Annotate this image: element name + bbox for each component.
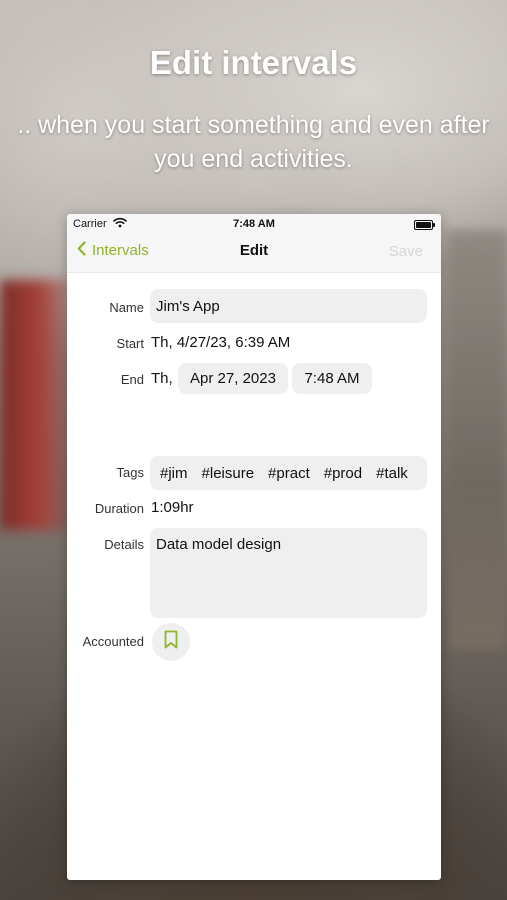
accounted-toggle[interactable]	[152, 623, 190, 661]
duration-value: 1:09hr	[151, 499, 194, 516]
bookmark-icon	[164, 630, 178, 654]
page-title: Edit	[239, 242, 269, 259]
tag-chip[interactable]: #prod	[324, 465, 362, 482]
tag-chip[interactable]: #talk	[376, 465, 408, 482]
save-button[interactable]: Save	[389, 243, 423, 260]
details-field[interactable]: Data model design	[150, 528, 427, 618]
end-date-picker[interactable]: Apr 27, 2023	[178, 363, 288, 394]
promo-subtitle: .. when you start something and even aft…	[17, 111, 490, 173]
background-right-wall	[447, 230, 507, 650]
status-time: 7:48 AM	[233, 218, 275, 230]
tag-chip[interactable]: #pract	[268, 465, 310, 482]
battery-icon	[414, 220, 435, 230]
phone-screen: Carrier 7:48 AM Intervals Edit Save Name…	[67, 214, 441, 880]
end-time-picker[interactable]: 7:48 AM	[292, 363, 372, 394]
promo-title: Edit intervals	[149, 44, 358, 81]
tags-field[interactable]: #jim #leisure #pract #prod #talk	[150, 456, 427, 490]
end-day: Th,	[151, 370, 173, 387]
duration-label: Duration	[94, 501, 144, 516]
status-bar: Carrier 7:48 AM	[67, 217, 441, 233]
start-value[interactable]: Th, 4/27/23, 6:39 AM	[151, 334, 290, 351]
details-label: Details	[104, 537, 144, 552]
name-label: Name	[109, 300, 144, 315]
accounted-label: Accounted	[82, 634, 144, 649]
tag-chip[interactable]: #leisure	[202, 465, 255, 482]
nav-bar: Intervals Edit Save	[67, 240, 441, 264]
tags-label: Tags	[116, 465, 144, 480]
tag-chip[interactable]: #jim	[160, 465, 188, 482]
navigation-header: Carrier 7:48 AM Intervals Edit Save	[67, 214, 441, 273]
start-label: Start	[116, 336, 144, 351]
background-red-wall	[0, 280, 70, 530]
name-field[interactable]: Jim's App	[150, 289, 427, 323]
end-label: End	[120, 372, 144, 387]
